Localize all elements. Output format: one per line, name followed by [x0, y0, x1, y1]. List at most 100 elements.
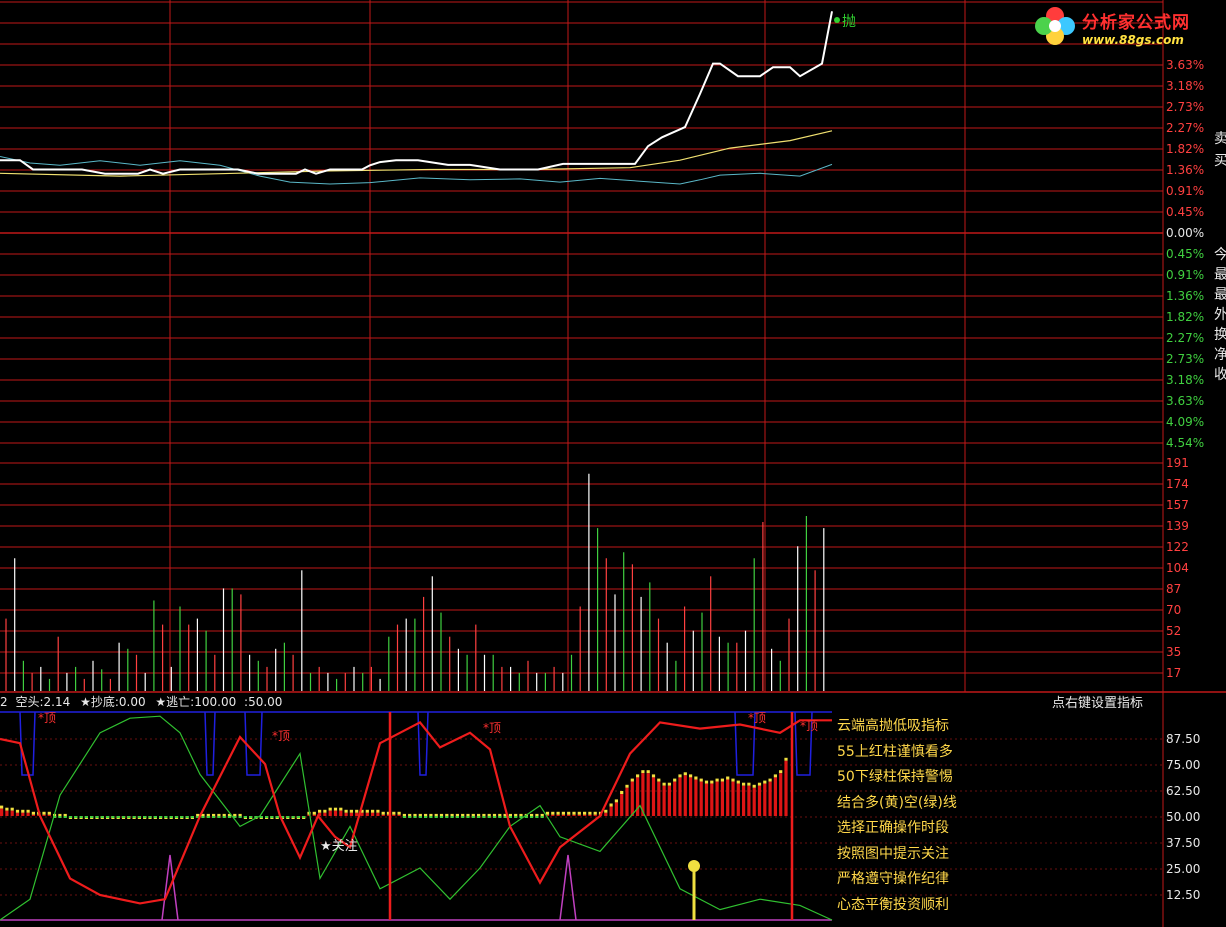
yellow-bar-cap [21, 809, 25, 813]
top-signal-label: *顶 [800, 719, 818, 733]
brand-logo[interactable]: 分析家公式网 www.88gs.com [1030, 0, 1226, 52]
blue-dip [19, 711, 36, 776]
edge-glyph: 最 [1214, 267, 1226, 283]
green-column [222, 816, 226, 818]
indicator-legend: 2 空头:2.14 ★抄底:0.00 ★逃亡:100.00 :50.00 [0, 693, 282, 710]
yellow-bar-cap [328, 807, 332, 811]
yellow-bar-cap [323, 809, 327, 813]
yellow-bar-cap [15, 809, 20, 813]
edge-glyph: 最 [1214, 287, 1226, 303]
settings-hint[interactable]: 点右键设置指标 [1052, 692, 1143, 711]
yellow-bar-cap [31, 811, 35, 815]
axis-tick-label: 37.50 [1166, 836, 1200, 850]
side-note: 心态平衡投资顺利 [837, 896, 949, 913]
red-column [614, 802, 618, 816]
axis-tick-label: 0.91% [1166, 184, 1204, 198]
brand-url[interactable]: www.88gs.com [1082, 33, 1184, 47]
sell-signal-label: 抛 [842, 14, 856, 30]
yellow-bar-cap [699, 778, 703, 782]
red-column [763, 783, 767, 816]
green-column [408, 816, 412, 818]
red-column [556, 814, 560, 816]
yellow-bar-cap [636, 774, 640, 778]
side-note: 50下绿柱保持警惕 [837, 769, 953, 785]
red-column [773, 777, 777, 816]
green-column [190, 816, 194, 818]
legend-bear: 空头:2.14 [15, 695, 71, 709]
sell-signal-dot [834, 17, 840, 23]
yellow-bar-cap [365, 809, 369, 813]
red-column [768, 781, 772, 816]
yellow-bar-cap [355, 809, 359, 813]
yellow-bar-cap [42, 811, 46, 815]
red-column [551, 814, 555, 816]
edge-glyph: 卖 [1214, 131, 1226, 147]
magenta-spike [559, 854, 577, 921]
axis-tick-label: 62.50 [1166, 784, 1200, 798]
green-column [434, 816, 438, 818]
green-column [174, 816, 179, 818]
green-column [111, 816, 115, 818]
axis-tick-label: 191 [1166, 456, 1189, 470]
yellow-bar-cap [667, 782, 671, 786]
axis-tick-label: 2.73% [1166, 352, 1204, 366]
average-price-line [0, 130, 833, 177]
axis-tick-label: 3.18% [1166, 79, 1204, 93]
yellow-bar-cap [47, 811, 51, 815]
red-column [588, 814, 592, 816]
green-column [503, 816, 507, 818]
yellow-bar-cap [371, 809, 375, 813]
green-column [164, 816, 168, 818]
side-notes: 云端高抛低吸指标 55上红柱谨慎看多 50下绿柱保持警惕 结合多(黄)空(绿)线… [837, 714, 967, 918]
green-column [121, 816, 126, 818]
red-column [10, 810, 14, 816]
yellow-bar-cap [752, 784, 756, 788]
green-column [455, 816, 459, 818]
yellow-bar-cap [651, 774, 656, 778]
red-column [397, 814, 401, 816]
green-column [471, 816, 475, 818]
red-column [0, 808, 4, 816]
axis-tick-label: 87.50 [1166, 732, 1200, 746]
green-column [450, 816, 454, 818]
green-column [286, 816, 290, 818]
axis-tick-label: 2.27% [1166, 331, 1204, 345]
chart-canvas: 3.63% 3.18% 2.73% 2.27% 1.82% 1.36% 0.91% 0.45%… [0, 0, 1226, 927]
axis-tick-label: 35 [1166, 645, 1181, 659]
red-column [699, 781, 703, 816]
yellow-bar-cap [567, 811, 571, 815]
green-column [100, 816, 104, 818]
red-column [620, 794, 624, 816]
yellow-bar-cap [609, 803, 613, 807]
edge-glyph: 外 [1214, 307, 1226, 323]
green-column [58, 816, 62, 818]
yellow-bar-cap [376, 809, 380, 813]
green-column [429, 816, 433, 818]
edge-glyph: 换 [1214, 327, 1226, 343]
axis-tick-label: 52 [1166, 624, 1181, 638]
yellow-bar-cap [0, 805, 4, 809]
axis-tick-label: 0.00% [1166, 226, 1204, 240]
legend-extra: :50.00 [244, 695, 283, 709]
yellow-bar-cap [625, 784, 629, 788]
yellow-bar-cap [620, 791, 624, 794]
yellow-bar-cap [381, 811, 385, 815]
yellow-bar-cap [349, 809, 353, 813]
red-column [630, 781, 634, 816]
red-column [715, 781, 719, 816]
red-column [710, 783, 714, 816]
legend-bottom: ★抄底:0.00 [80, 695, 146, 709]
red-column [328, 810, 332, 816]
red-column [339, 810, 343, 816]
yellow-bar-cap [5, 807, 9, 811]
yellow-bar-cap [646, 770, 650, 774]
green-column [530, 816, 534, 818]
green-column [212, 816, 216, 818]
red-column [15, 812, 20, 816]
yellow-bar-cap [588, 811, 592, 815]
yellow-bar-cap [747, 782, 751, 786]
red-column [577, 814, 581, 816]
blue-dip [204, 711, 216, 776]
edge-glyph: 收 [1214, 367, 1226, 383]
side-note: 55上红柱谨慎看多 [837, 743, 953, 760]
